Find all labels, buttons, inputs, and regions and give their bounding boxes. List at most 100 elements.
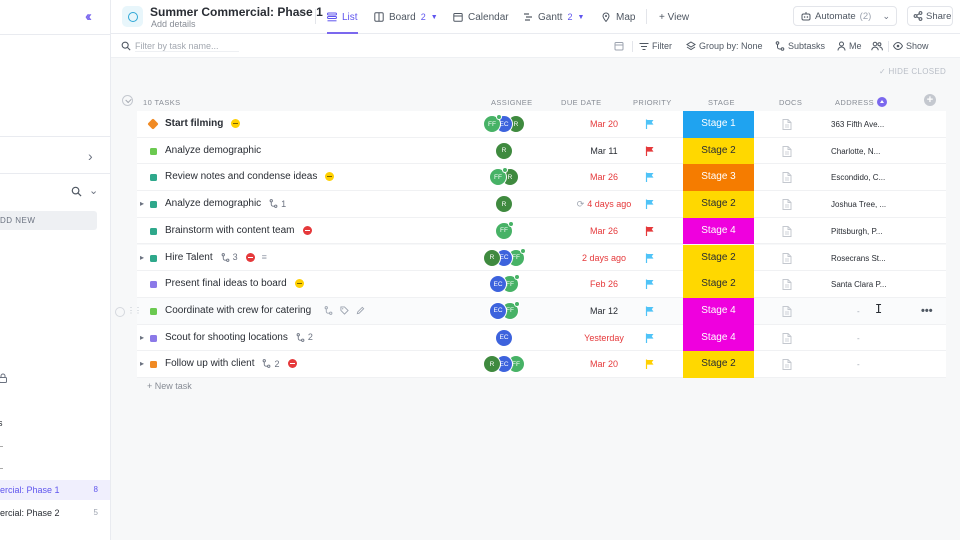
task-name[interactable]: Follow up with client 2 bbox=[165, 358, 297, 369]
assignee-group[interactable]: FF R bbox=[489, 167, 519, 187]
space-icon[interactable] bbox=[122, 6, 143, 27]
double-chevron-left-icon[interactable]: ‹‹ bbox=[85, 8, 92, 25]
task-row[interactable]: ⋮⋮ Coordinate with crew for catering EC FF M… bbox=[115, 297, 946, 325]
stage-cell[interactable]: Stage 2 bbox=[683, 191, 754, 218]
tab-board[interactable]: Board 2 ▼ bbox=[374, 0, 438, 34]
stage-cell[interactable]: Stage 4 bbox=[683, 217, 754, 245]
group-by-button[interactable]: Group by: None bbox=[686, 39, 763, 53]
stage-cell[interactable]: Stage 2 bbox=[683, 271, 754, 298]
task-row[interactable]: Review notes and condense ideas FF R Mar 26… bbox=[137, 164, 946, 192]
status-icon[interactable] bbox=[150, 201, 157, 209]
task-name[interactable]: Coordinate with crew for catering bbox=[165, 305, 365, 316]
document-icon[interactable] bbox=[782, 172, 792, 184]
avatar[interactable]: EC bbox=[495, 328, 513, 347]
priority-flag-icon[interactable] bbox=[645, 146, 655, 156]
sidebar-item-phase-2[interactable]: ercial: Phase 2 5 bbox=[0, 503, 110, 523]
status-icon[interactable] bbox=[147, 118, 159, 130]
address-cell[interactable]: Pittsburgh, P... bbox=[831, 227, 882, 236]
expand-caret-icon[interactable]: ▸ bbox=[140, 359, 144, 368]
pencil-icon[interactable] bbox=[356, 306, 365, 315]
filter-button[interactable]: Filter bbox=[639, 39, 672, 53]
priority-flag-icon[interactable] bbox=[645, 172, 655, 183]
address-cell[interactable]: Rosecrans St... bbox=[831, 254, 886, 263]
chevron-down-icon[interactable]: ⌄ bbox=[882, 11, 890, 22]
assignee-group[interactable]: EC FF bbox=[489, 300, 520, 320]
status-icon[interactable] bbox=[150, 147, 157, 155]
assignee-group[interactable]: EC FF bbox=[489, 274, 520, 294]
document-icon[interactable] bbox=[782, 199, 792, 211]
status-icon[interactable] bbox=[150, 281, 157, 289]
me-filter-button[interactable]: Me bbox=[837, 39, 862, 53]
priority-flag-icon[interactable] bbox=[645, 333, 655, 343]
address-cell[interactable]: - bbox=[857, 307, 860, 316]
document-icon[interactable] bbox=[782, 145, 792, 157]
avatar[interactable]: R bbox=[495, 141, 513, 160]
assignee-group[interactable]: FF bbox=[495, 220, 514, 240]
assignee-group[interactable]: EC bbox=[495, 328, 513, 347]
expand-caret-icon[interactable]: ▸ bbox=[140, 199, 144, 208]
document-icon[interactable] bbox=[782, 305, 792, 317]
task-name[interactable]: Hire Talent 3 ≡ bbox=[165, 252, 267, 263]
share-button[interactable]: Share bbox=[907, 6, 953, 26]
add-details-link[interactable]: Add details bbox=[151, 19, 196, 29]
task-name[interactable]: Start filming bbox=[165, 118, 241, 129]
task-name[interactable]: Analyze demographic bbox=[165, 145, 261, 156]
users-icon[interactable] bbox=[871, 41, 883, 51]
task-name[interactable]: Brainstorm with content team bbox=[165, 225, 312, 236]
chevron-down-icon[interactable]: ⌵ bbox=[297, 7, 303, 17]
tag-icon[interactable] bbox=[340, 306, 349, 315]
address-cell[interactable]: 363 Fifth Ave... bbox=[831, 120, 884, 129]
tab-gantt[interactable]: Gantt 2 ▼ bbox=[523, 0, 584, 34]
sidebar-item-phase-1[interactable]: ercial: Phase 1 8 bbox=[0, 480, 110, 500]
add-new-button[interactable]: DD NEW bbox=[0, 211, 97, 230]
assignee-group[interactable]: R bbox=[495, 141, 513, 160]
add-view-button[interactable]: + View bbox=[659, 0, 689, 34]
avatar[interactable]: R bbox=[495, 195, 513, 214]
task-name[interactable]: Analyze demographic 1 bbox=[165, 198, 286, 209]
task-row[interactable]: ▸ Scout for shooting locations 2 EC Yesterda… bbox=[137, 324, 946, 352]
expand-caret-icon[interactable]: ▸ bbox=[140, 253, 144, 262]
sort-ascending-icon[interactable] bbox=[877, 97, 888, 108]
tab-calendar[interactable]: Calendar bbox=[453, 0, 509, 34]
column-header-docs[interactable]: DOCS bbox=[779, 98, 802, 107]
add-column-icon[interactable]: + bbox=[924, 94, 936, 106]
column-header-stage[interactable]: STAGE bbox=[708, 98, 735, 107]
priority-flag-icon[interactable] bbox=[645, 119, 655, 129]
subtask-count[interactable]: 1 bbox=[269, 199, 286, 209]
subtasks-icon[interactable] bbox=[324, 306, 333, 315]
task-row[interactable]: ▸ Analyze demographic 1 R ⟳ 4 days ago Stage 2… bbox=[137, 191, 946, 218]
task-name[interactable]: Review notes and condense ideas bbox=[165, 171, 335, 182]
priority-flag-icon[interactable] bbox=[645, 253, 655, 263]
stage-cell[interactable]: Stage 1 bbox=[683, 111, 754, 138]
stage-cell[interactable]: Stage 4 bbox=[683, 324, 754, 352]
document-icon[interactable] bbox=[782, 225, 792, 237]
status-icon[interactable] bbox=[150, 307, 157, 315]
task-name[interactable]: Scout for shooting locations 2 bbox=[165, 332, 313, 343]
group-collapse-toggle[interactable] bbox=[122, 95, 133, 106]
task-row[interactable]: ▸ Follow up with client 2 R EC FF Mar 20 Stage … bbox=[137, 351, 946, 378]
new-task-button[interactable]: + New task bbox=[147, 381, 192, 391]
chevron-down-icon[interactable]: ⌄ bbox=[89, 184, 98, 197]
document-icon[interactable] bbox=[782, 119, 792, 130]
priority-flag-icon[interactable] bbox=[645, 306, 655, 316]
task-name[interactable]: Present final ideas to board bbox=[165, 278, 304, 289]
priority-flag-icon[interactable] bbox=[645, 359, 655, 370]
priority-flag-icon[interactable] bbox=[645, 279, 655, 290]
subtask-count[interactable]: 2 bbox=[262, 359, 280, 369]
due-date[interactable]: Feb 26 bbox=[564, 279, 644, 289]
assignee-group[interactable]: R bbox=[495, 195, 513, 214]
address-cell[interactable]: Escondido, C... bbox=[831, 173, 885, 182]
assignee-group[interactable]: FF EC R bbox=[483, 114, 525, 133]
task-row[interactable]: Present final ideas to board EC FF Feb 26 St… bbox=[137, 271, 946, 298]
avatar[interactable]: R bbox=[483, 248, 501, 267]
stage-cell[interactable]: Stage 2 bbox=[683, 244, 754, 272]
document-icon[interactable] bbox=[782, 359, 792, 371]
drag-handle-icon[interactable]: ⋮⋮ bbox=[127, 306, 142, 315]
document-icon[interactable] bbox=[782, 252, 792, 264]
due-date[interactable]: ⟳ 4 days ago bbox=[564, 199, 644, 210]
select-checkbox[interactable] bbox=[115, 306, 125, 317]
search-icon[interactable] bbox=[71, 186, 82, 197]
avatar[interactable]: EC bbox=[489, 301, 507, 320]
due-date[interactable]: Mar 20 bbox=[564, 359, 644, 369]
address-cell[interactable]: Santa Clara P... bbox=[831, 280, 886, 289]
